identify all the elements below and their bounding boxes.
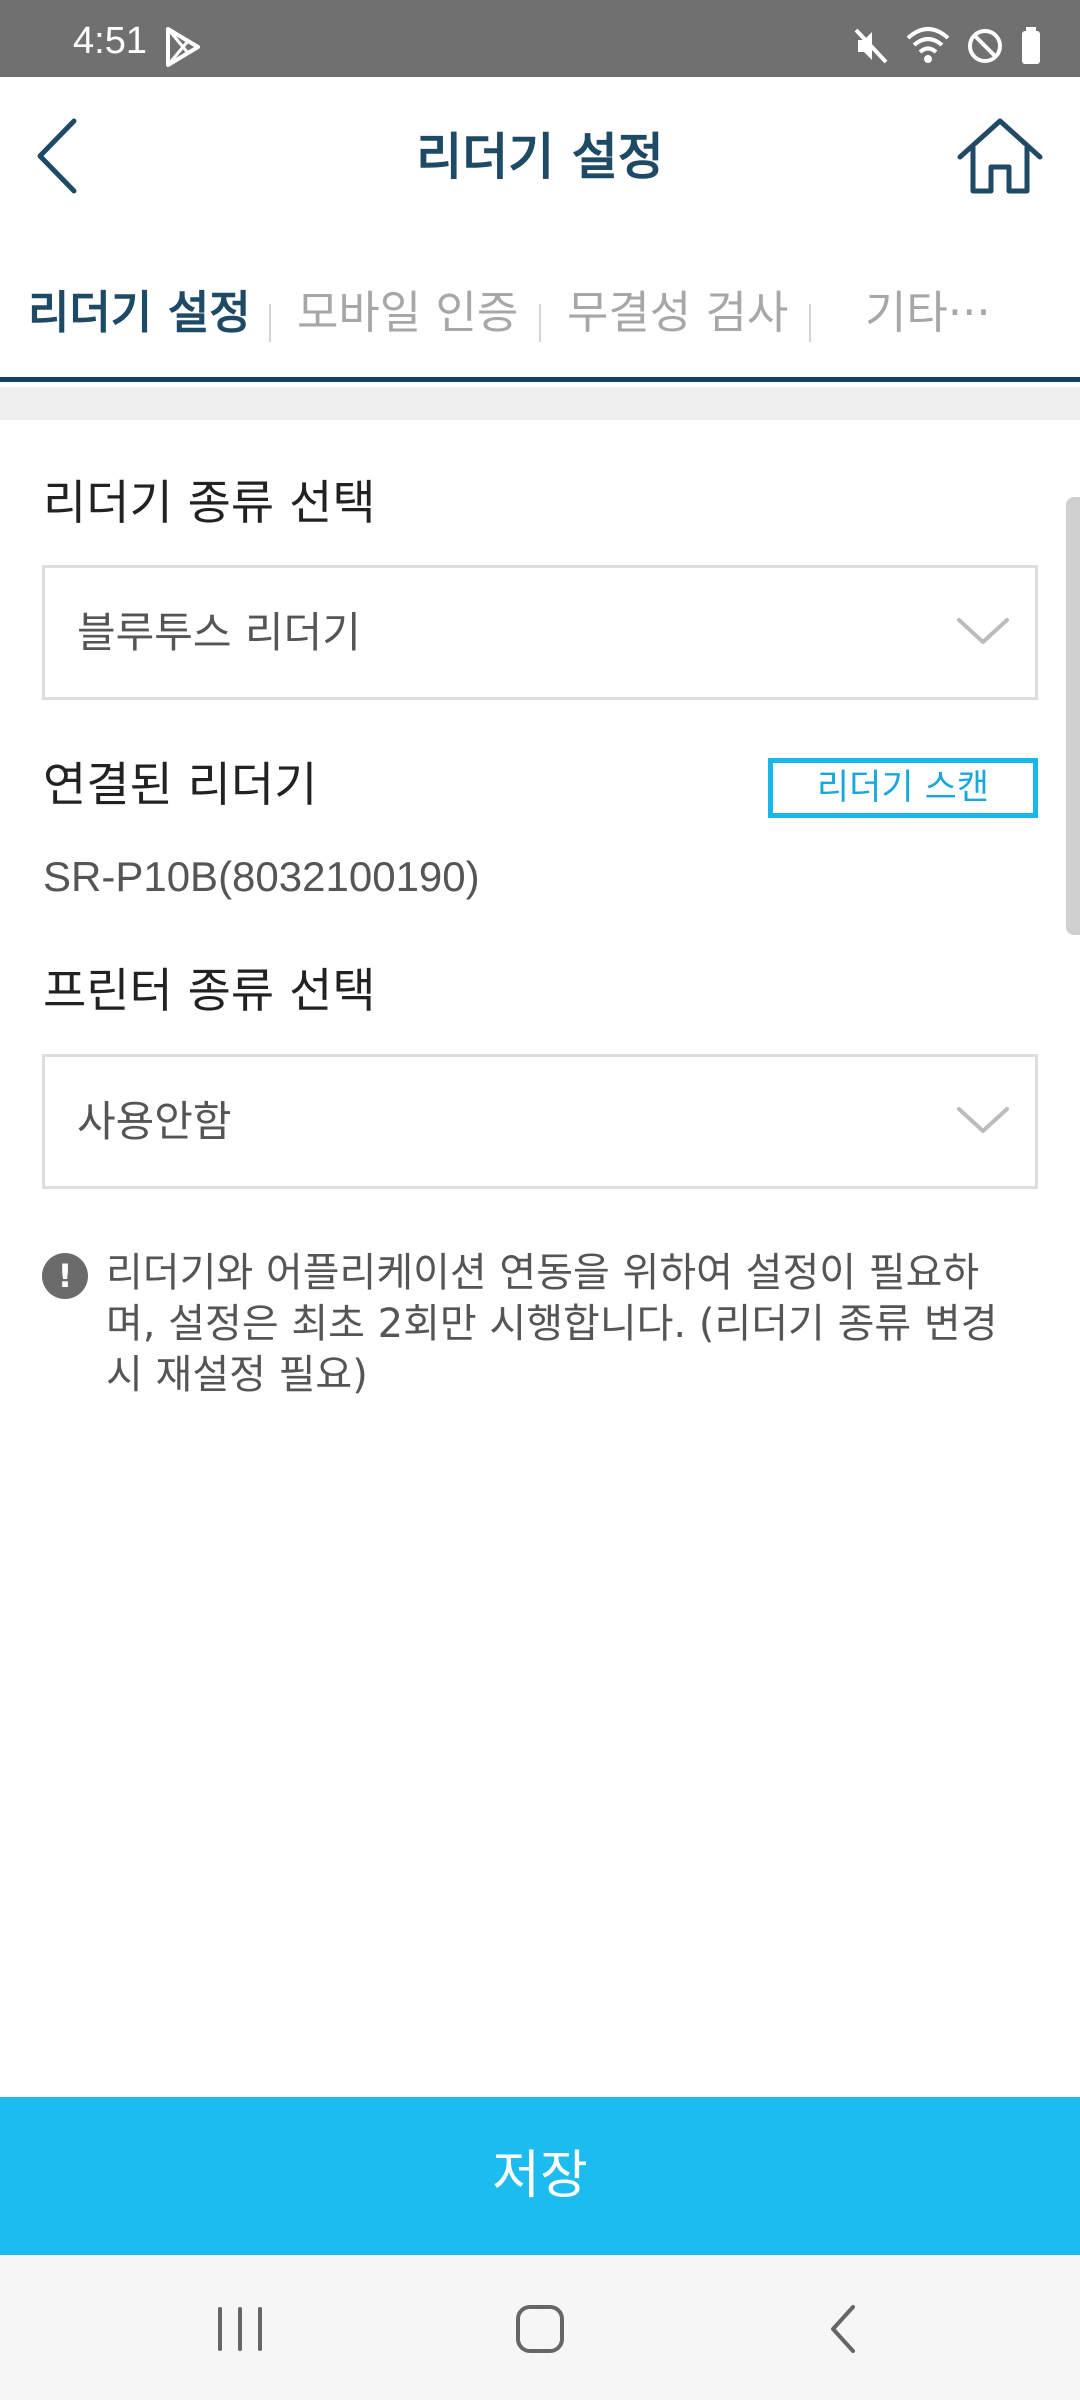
mute-icon [854,26,890,66]
recent-apps-icon [218,2307,262,2351]
battery-icon [1020,26,1042,66]
system-nav-bar [0,2255,1080,2400]
tab-mobile-auth[interactable]: 모바일 인증 [297,286,518,340]
printer-type-label: 프린터 종류 선택 [43,964,376,1019]
printer-type-select[interactable]: 사용안함 [42,1054,1038,1189]
scrollbar[interactable] [1066,497,1080,935]
back-nav-button[interactable] [815,2301,875,2357]
tab-integrity-check[interactable]: 무결성 검사 [567,286,788,340]
printer-type-value: 사용안함 [77,1097,232,1146]
reader-type-value: 블루투스 리더기 [77,608,361,657]
play-store-icon [164,26,202,68]
tab-divider [269,304,271,342]
section-divider [0,387,1080,420]
reader-scan-button[interactable]: 리더기 스캔 [768,758,1038,818]
tab-etc[interactable]: 기타··· [865,286,991,340]
connected-reader-label: 연결된 리더기 [43,758,318,813]
chevron-down-icon [957,1107,1009,1133]
chevron-down-icon [957,618,1009,644]
tab-divider [539,304,541,342]
page-title: 리더기 설정 [416,128,664,186]
app-header: 리더기 설정 [0,77,1080,242]
home-icon [957,118,1043,194]
connected-reader-value: SR-P10B(8032100190) [43,853,480,900]
exclamation-icon: ! [42,1253,88,1299]
tab-bar: 리더기 설정 모바일 인증 무결성 검사 기타··· [0,242,1080,382]
save-button[interactable]: 저장 [0,2097,1080,2255]
reader-type-label: 리더기 종류 선택 [43,476,376,531]
status-bar: 4:51 [0,0,1080,77]
home-nav-button[interactable] [510,2301,570,2357]
tab-divider [809,304,811,342]
reader-type-select[interactable]: 블루투스 리더기 [42,565,1038,700]
recent-apps-button[interactable] [210,2301,270,2357]
home-nav-icon [516,2305,564,2353]
home-button[interactable] [955,115,1045,197]
tab-reader-settings[interactable]: 리더기 설정 [28,286,251,340]
notice-text: 리더기와 어플리케이션 연동을 위하여 설정이 필요하며, 설정은 최초 2회만… [106,1250,998,1398]
status-time: 4:51 [73,20,147,62]
back-nav-icon [831,2305,855,2353]
do-not-disturb-icon [966,27,1004,65]
wifi-icon [906,26,950,66]
